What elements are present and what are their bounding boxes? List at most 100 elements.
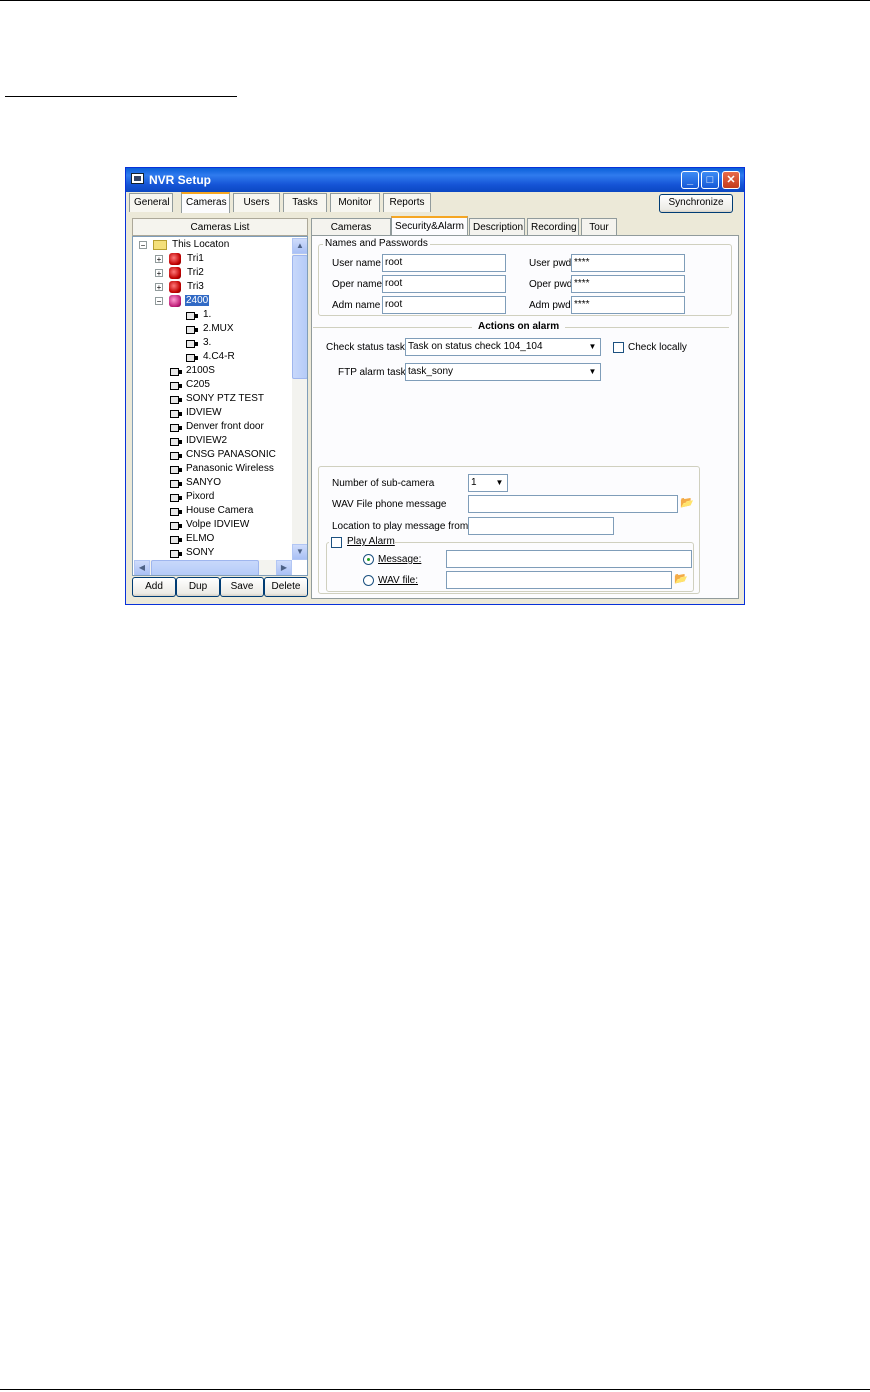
check-status-select[interactable]: Task on status check 104_104 ▼ (405, 338, 601, 356)
play-alarm-label: Play Alarm (347, 536, 395, 547)
tree-item[interactable]: Tri1 (187, 252, 204, 266)
ftp-alarm-select[interactable]: task_sony ▼ (405, 363, 601, 381)
camera-icon (185, 310, 199, 322)
tree-item[interactable]: 2100S (186, 364, 215, 378)
save-button[interactable]: Save (220, 577, 264, 597)
tree-vertical-scrollbar[interactable]: ▲ ▼ (292, 238, 307, 560)
collapse-icon[interactable]: − (155, 297, 163, 306)
camera-icon (169, 492, 183, 504)
names-passwords-title: Names and Passwords (323, 238, 430, 250)
tree-item[interactable]: C205 (186, 378, 210, 392)
tab-security-alarm[interactable]: Security&Alarm (391, 216, 468, 237)
minimize-button[interactable]: _ (681, 171, 699, 189)
open-folder-icon[interactable]: 📂 (672, 571, 690, 587)
tab-tasks[interactable]: Tasks (283, 193, 327, 212)
wav-phone-message-label: WAV File phone message (332, 499, 447, 510)
tab-tour[interactable]: Tour (581, 218, 617, 236)
tree-item[interactable]: 2.MUX (203, 322, 234, 336)
tree-item[interactable]: IDVIEW2 (186, 434, 227, 448)
tree-item[interactable]: Pixord (186, 490, 214, 504)
tab-recording[interactable]: Recording (527, 218, 579, 236)
tree-horizontal-scrollbar[interactable]: ◀ ▶ (134, 560, 292, 575)
tree-item[interactable]: CNSG PANASONIC (186, 448, 276, 462)
expand-icon[interactable]: + (155, 255, 163, 264)
number-sub-camera-label: Number of sub-camera (332, 478, 435, 489)
expand-icon[interactable]: + (155, 283, 163, 292)
chevron-down-icon[interactable]: ▼ (586, 340, 599, 354)
oper-pwd-field[interactable]: **** (571, 275, 685, 293)
tree-item[interactable]: SONY PTZ TEST (186, 392, 264, 406)
scroll-right-icon[interactable]: ▶ (276, 560, 292, 575)
tab-cameras[interactable]: Cameras (181, 192, 230, 213)
adm-name-label: Adm name (332, 300, 381, 311)
user-pwd-field[interactable]: **** (571, 254, 685, 272)
page-top-rule (0, 0, 870, 1)
close-button[interactable]: ✕ (722, 171, 740, 189)
camera-icon (169, 464, 183, 476)
delete-button[interactable]: Delete (264, 577, 308, 597)
scroll-thumb[interactable] (151, 560, 259, 575)
document-heading-underline (5, 96, 237, 97)
open-folder-icon[interactable]: 📂 (678, 495, 696, 511)
tree-item[interactable]: Panasonic Wireless (186, 462, 274, 476)
tab-description[interactable]: Description (469, 218, 525, 236)
message-radio[interactable] (363, 554, 374, 565)
oper-name-field[interactable]: root (382, 275, 506, 293)
scroll-down-icon[interactable]: ▼ (292, 544, 307, 560)
tab-monitor[interactable]: Monitor (330, 193, 380, 212)
title-bar[interactable]: NVR Setup _ □ ✕ (126, 168, 744, 192)
expand-icon[interactable]: + (155, 269, 163, 278)
camera-icon (169, 366, 183, 378)
maximize-button[interactable]: □ (701, 171, 719, 189)
tree-item[interactable]: ELMO (186, 532, 214, 546)
adm-name-field[interactable]: root (382, 296, 506, 314)
chevron-down-icon[interactable]: ▼ (586, 365, 599, 379)
wav-file-label: WAV file: (378, 575, 419, 586)
tree-item[interactable]: This Locaton (172, 238, 229, 252)
adm-pwd-field[interactable]: **** (571, 296, 685, 314)
tree-item[interactable]: 1. (203, 308, 211, 322)
scroll-thumb[interactable] (292, 255, 307, 379)
tree-item[interactable]: Volpe IDVIEW (186, 518, 249, 532)
dup-button[interactable]: Dup (176, 577, 220, 597)
tree-item[interactable]: SONY (186, 546, 214, 560)
tab-users[interactable]: Users (233, 193, 280, 212)
scroll-left-icon[interactable]: ◀ (134, 560, 150, 575)
wav-file-field[interactable] (446, 571, 672, 589)
scroll-up-icon[interactable]: ▲ (292, 238, 307, 254)
synchronize-button[interactable]: Synchronize (659, 194, 733, 213)
camera-icon (169, 520, 183, 532)
tree-item[interactable]: SANYO (186, 476, 221, 490)
cameras-tree[interactable]: − This Locaton + Tri1 + Tri2 + Tri3 − 24… (132, 236, 308, 576)
tree-item[interactable]: IDVIEW (186, 406, 222, 420)
tab-reports[interactable]: Reports (383, 193, 431, 212)
camera-icon (169, 450, 183, 462)
wav-phone-message-field[interactable] (468, 495, 678, 513)
folder-icon (153, 240, 167, 250)
collapse-icon[interactable]: − (139, 241, 147, 250)
tree-item[interactable]: 3. (203, 336, 211, 350)
actions-on-alarm-title: Actions on alarm (472, 321, 566, 333)
add-button[interactable]: Add (132, 577, 176, 597)
camera-icon (169, 548, 183, 560)
message-field[interactable] (446, 550, 692, 568)
check-locally-checkbox[interactable] (613, 342, 624, 353)
chevron-down-icon[interactable]: ▼ (493, 476, 506, 490)
location-play-field[interactable] (468, 517, 614, 535)
tree-item[interactable]: Tri2 (187, 266, 204, 280)
tab-cameras-settings[interactable]: Cameras Settings (311, 218, 391, 250)
tree-item[interactable]: Tri3 (187, 280, 204, 294)
tree-item[interactable]: 4.C4-R (203, 350, 235, 364)
tab-general[interactable]: General (129, 193, 173, 212)
user-name-field[interactable]: root (382, 254, 506, 272)
wav-file-radio[interactable] (363, 575, 374, 586)
number-sub-camera-select[interactable]: 1 ▼ (468, 474, 508, 492)
tree-item[interactable]: House Camera (186, 504, 253, 518)
play-alarm-checkbox[interactable] (331, 537, 342, 548)
camera-icon (169, 408, 183, 420)
ftp-alarm-value: task_sony (408, 366, 454, 377)
tree-item[interactable]: Denver front door (186, 420, 264, 434)
device-icon (169, 281, 181, 293)
tree-item-selected[interactable]: 2400 (185, 294, 210, 308)
camera-icon (169, 394, 183, 406)
